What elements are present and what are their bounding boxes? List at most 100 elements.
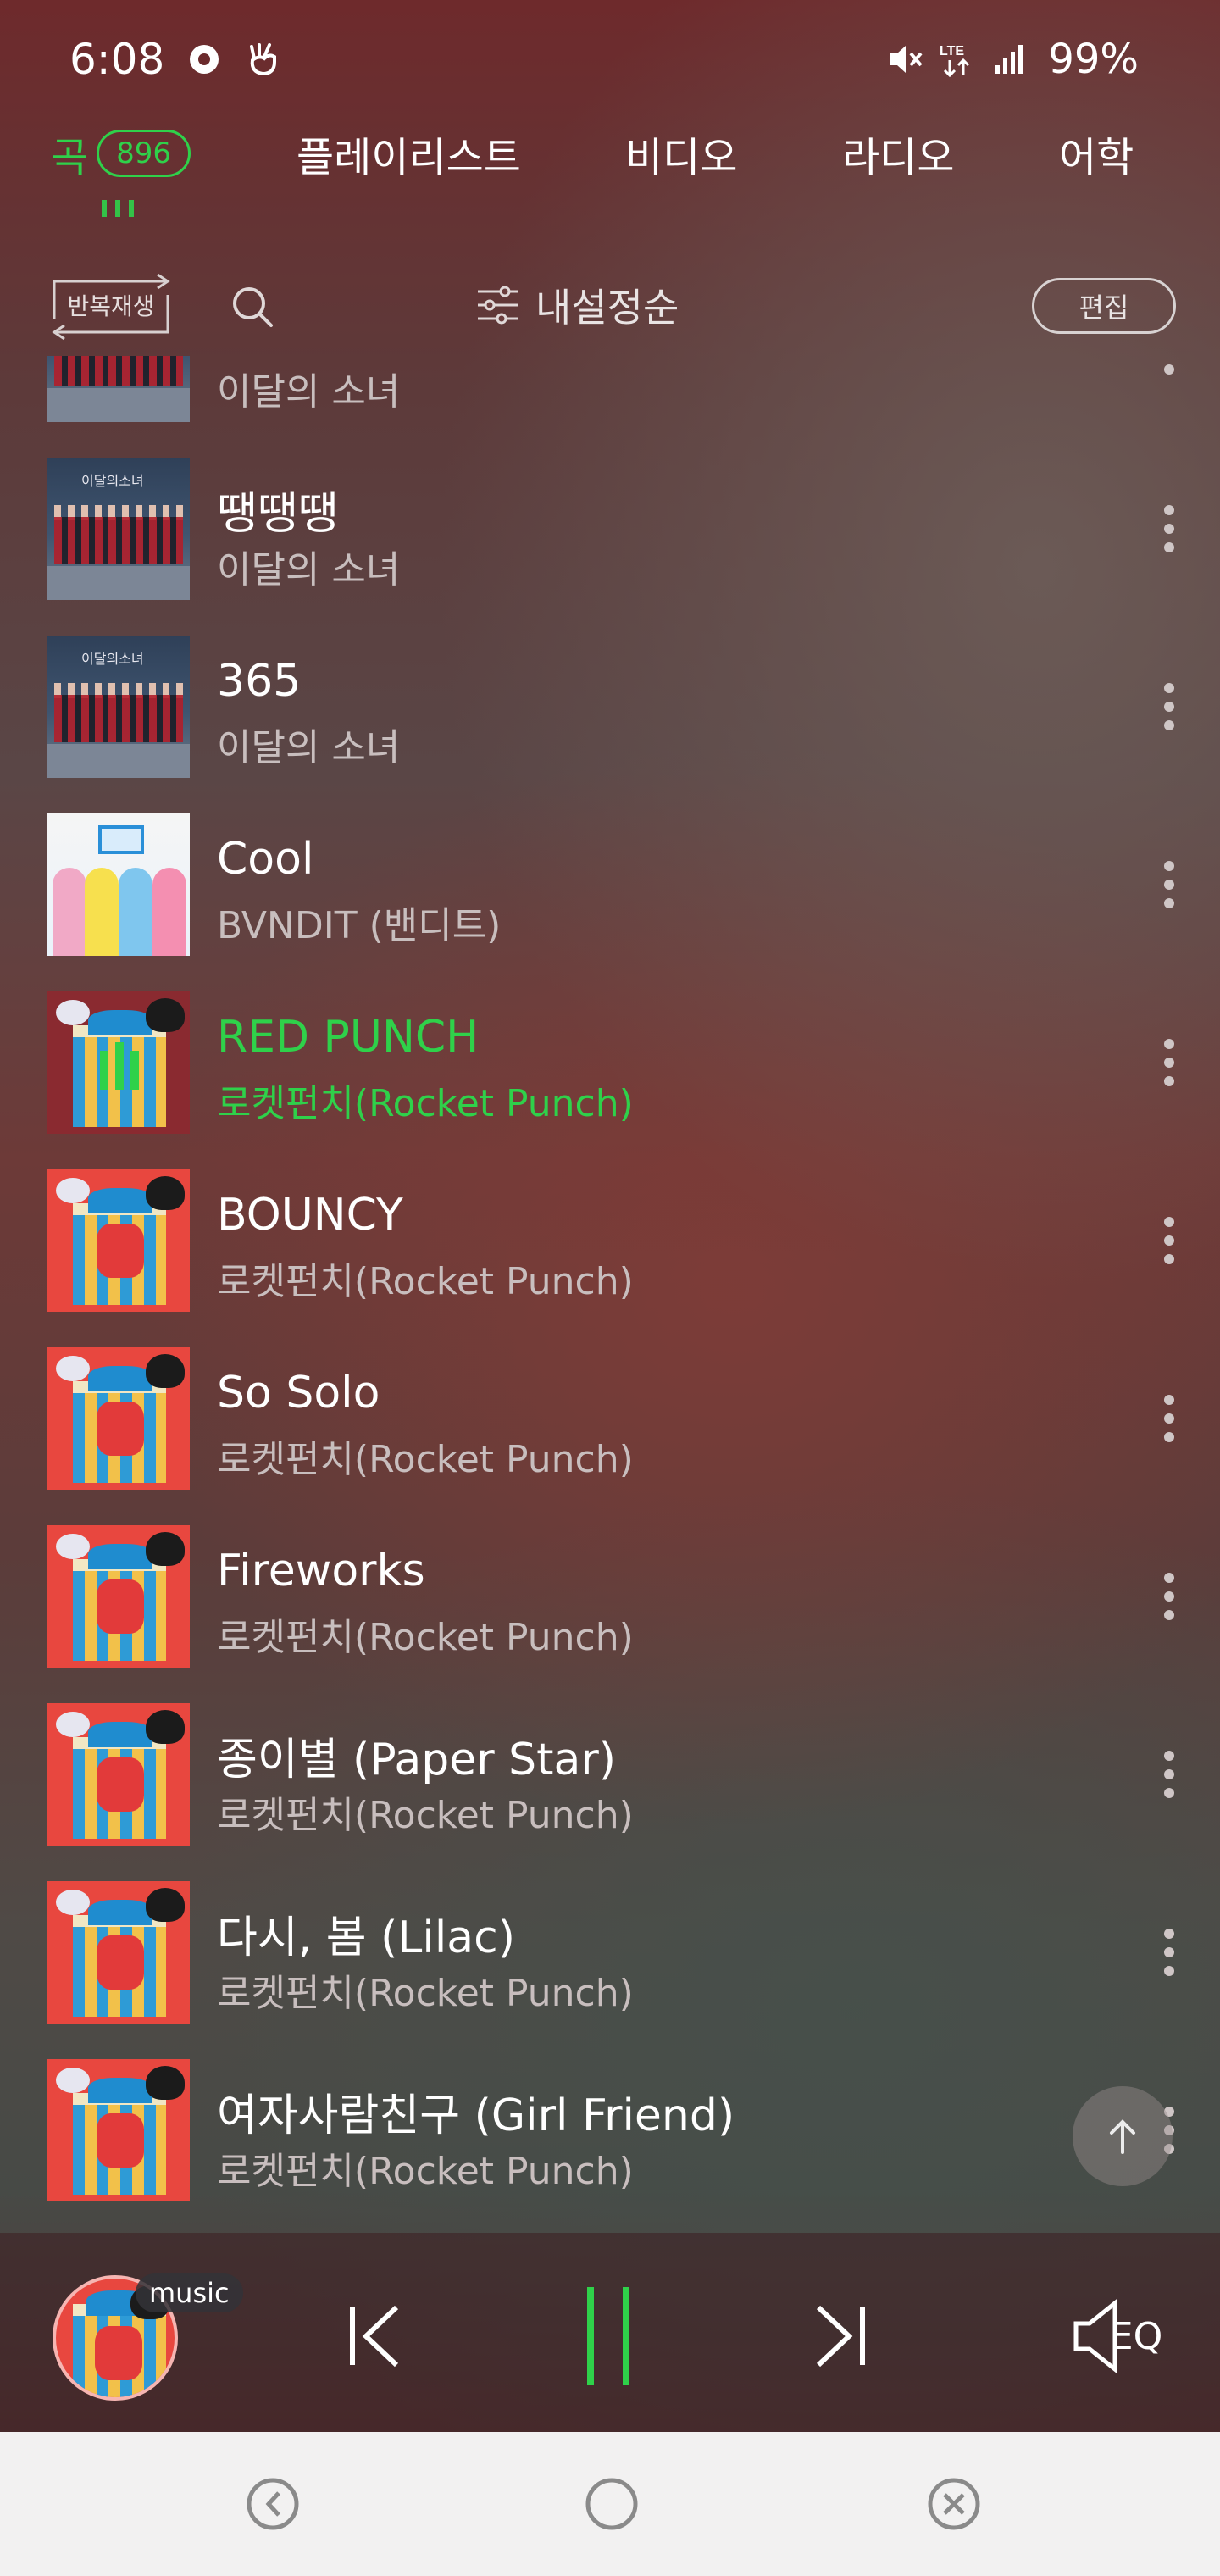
pause-icon: [587, 2287, 629, 2385]
equalizer-button[interactable]: EQ: [1057, 2294, 1176, 2379]
more-options-icon[interactable]: [1159, 1568, 1179, 1627]
skip-previous-icon: [350, 2305, 399, 2368]
tab-songs[interactable]: 곡 896: [51, 124, 191, 183]
song-title: Cool: [217, 834, 314, 885]
song-artist: 이달의 소녀: [217, 726, 401, 769]
previous-track-button[interactable]: [332, 2294, 417, 2379]
song-artist: BVNDIT (밴디트): [217, 904, 502, 947]
tab-songs-label: 곡: [51, 134, 89, 181]
scroll-to-top-button[interactable]: [1073, 2086, 1173, 2186]
edit-button[interactable]: 편집: [1032, 278, 1176, 334]
home-button[interactable]: [578, 2470, 646, 2538]
repeat-play-label: 반복재생: [67, 292, 155, 320]
system-navigation-bar: [0, 2432, 1220, 2576]
song-artist: 로켓펀치(Rocket Punch): [217, 1438, 634, 1481]
song-artist: 로켓펀치(Rocket Punch): [217, 1082, 634, 1125]
tab-language[interactable]: 어학: [1059, 124, 1134, 183]
mini-player: music EQ: [0, 2233, 1220, 2432]
eq-label: EQ: [1109, 2314, 1163, 2358]
song-list: 이달의 소녀 이달의소녀 땡땡땡 이달의 소녀 이달의소녀 365 이달의 소녀…: [0, 356, 1220, 2233]
song-row[interactable]: BOUNCY 로켓펀치(Rocket Punch): [0, 1152, 1220, 1330]
more-options-icon[interactable]: [1159, 856, 1179, 915]
album-art: [47, 813, 190, 956]
back-circle-icon: [247, 2478, 299, 2530]
song-row[interactable]: 이달의소녀 365 이달의 소녀: [0, 619, 1220, 797]
tab-radio[interactable]: 라디오: [842, 124, 954, 183]
status-left: 6:08: [69, 35, 283, 84]
song-count-badge: 896: [97, 130, 191, 177]
sort-sliders-icon: [478, 286, 518, 325]
sort-label: 내설정순: [535, 285, 679, 330]
album-art: [47, 2059, 190, 2201]
album-art: 이달의소녀: [47, 636, 190, 778]
song-row[interactable]: 종이별 (Paper Star) 로켓펀치(Rocket Punch): [0, 1686, 1220, 1864]
song-title: So Solo: [217, 1368, 380, 1418]
album-art: [47, 991, 190, 1134]
song-row[interactable]: 이달의소녀 땡땡땡 이달의 소녀: [0, 441, 1220, 619]
song-title: BOUNCY: [217, 1190, 403, 1241]
song-title: 땡땡땡: [217, 489, 339, 540]
home-circle-icon: [585, 2478, 638, 2530]
tab-video[interactable]: 비디오: [625, 124, 737, 183]
hand-gesture-icon: [244, 40, 283, 79]
song-artist: 로켓펀치(Rocket Punch): [217, 2150, 634, 2193]
song-row[interactable]: 다시, 봄 (Lilac) 로켓펀치(Rocket Punch): [0, 1864, 1220, 2042]
category-tabs: 곡 896 플레이리스트 비디오 라디오 어학: [0, 119, 1220, 229]
album-art: [47, 1881, 190, 2024]
song-artist: 로켓펀치(Rocket Punch): [217, 1794, 634, 1837]
more-options-icon[interactable]: [1159, 678, 1179, 737]
album-art: 이달의소녀: [47, 458, 190, 600]
record-icon: [185, 40, 224, 79]
lte-icon: LTE: [938, 40, 977, 79]
battery-level: 99%: [1048, 36, 1139, 83]
arrow-up-icon: [1110, 2119, 1135, 2154]
song-title: 여자사람친구 (Girl Friend): [217, 2090, 735, 2141]
song-title: 다시, 봄 (Lilac): [217, 1913, 516, 1963]
more-options-icon[interactable]: [1159, 1390, 1179, 1449]
more-options-icon[interactable]: [1159, 1212, 1179, 1271]
song-artist: 이달의 소녀: [217, 548, 401, 591]
pause-button[interactable]: [568, 2287, 652, 2385]
skip-next-icon: [816, 2305, 865, 2368]
song-row[interactable]: 여자사람친구 (Girl Friend) 로켓펀치(Rocket Punch): [0, 2042, 1220, 2220]
song-title: 종이별 (Paper Star): [217, 1735, 617, 1785]
song-row[interactable]: Cool BVNDIT (밴디트): [0, 797, 1220, 974]
active-tab-indicator: [102, 200, 134, 217]
music-badge: music: [136, 2273, 243, 2312]
more-options-icon[interactable]: [1159, 500, 1179, 559]
search-icon[interactable]: [227, 281, 278, 332]
song-artist: 로켓펀치(Rocket Punch): [217, 1260, 634, 1303]
status-time: 6:08: [69, 35, 165, 84]
album-art: [47, 356, 190, 422]
song-artist: 이달의 소녀: [217, 370, 401, 414]
more-options-icon[interactable]: [1159, 1924, 1179, 1983]
song-row[interactable]: 이달의 소녀: [0, 356, 1220, 441]
mute-icon: [885, 40, 924, 79]
album-art: [47, 1169, 190, 1312]
list-toolbar: 반복재생 내설정순 편집: [0, 263, 1220, 347]
song-artist: 로켓펀치(Rocket Punch): [217, 1972, 634, 2015]
more-options-icon[interactable]: [1159, 1034, 1179, 1093]
next-track-button[interactable]: [798, 2294, 883, 2379]
tab-playlist[interactable]: 플레이리스트: [297, 124, 521, 183]
song-title: Fireworks: [217, 1546, 425, 1596]
status-right: LTE 99%: [885, 36, 1139, 83]
recent-apps-button[interactable]: [239, 2470, 307, 2538]
song-row-now-playing[interactable]: RED PUNCH 로켓펀치(Rocket Punch): [0, 974, 1220, 1152]
song-title: RED PUNCH: [217, 1012, 480, 1063]
close-button[interactable]: [920, 2470, 988, 2538]
album-art: [47, 1347, 190, 1490]
song-artist: 로켓펀치(Rocket Punch): [217, 1616, 634, 1659]
album-art: [47, 1525, 190, 1668]
signal-icon: [990, 40, 1029, 79]
repeat-play-button[interactable]: 반복재생: [47, 273, 175, 341]
song-row[interactable]: So Solo 로켓펀치(Rocket Punch): [0, 1330, 1220, 1508]
more-options-icon[interactable]: [1159, 1746, 1179, 1805]
status-bar: 6:08 LTE 99%: [0, 0, 1220, 119]
more-options-icon[interactable]: [1159, 356, 1179, 381]
svg-text:LTE: LTE: [940, 44, 964, 58]
album-art: [47, 1703, 190, 1846]
song-row[interactable]: Fireworks 로켓펀치(Rocket Punch): [0, 1508, 1220, 1686]
close-circle-icon: [928, 2478, 980, 2530]
sort-button[interactable]: 내설정순: [474, 276, 679, 334]
